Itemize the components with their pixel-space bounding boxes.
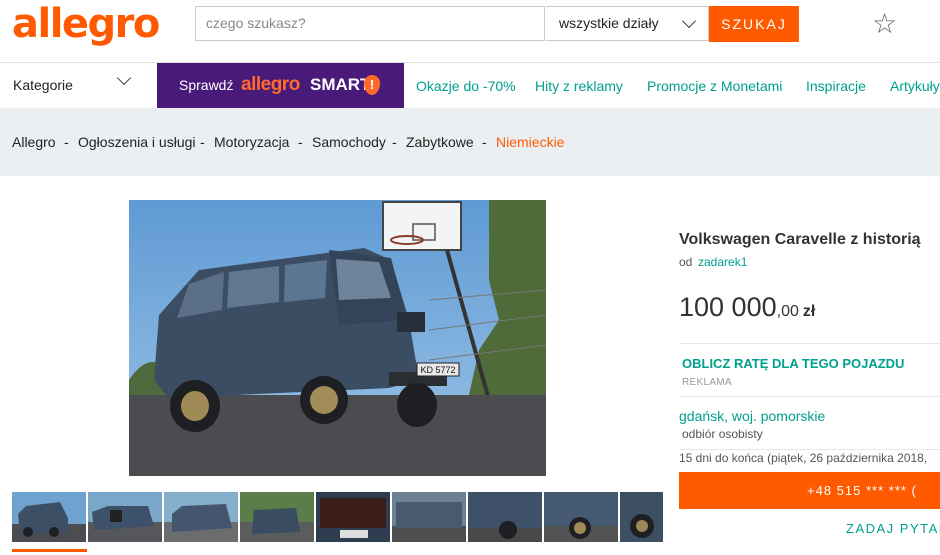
thumbnail[interactable] <box>164 492 238 542</box>
active-thumbnail-indicator <box>12 549 87 552</box>
price: 100 000,00 zł <box>679 292 815 323</box>
breadcrumb-item[interactable]: Samochody <box>312 134 386 150</box>
thumbnail[interactable] <box>12 492 86 542</box>
thumbnail[interactable] <box>392 492 466 542</box>
thumbnail[interactable] <box>620 492 663 542</box>
chevron-down-icon <box>116 70 132 86</box>
thumbnail-image <box>164 492 238 542</box>
smart-brand: allegro <box>241 74 300 95</box>
thumbnail[interactable] <box>316 492 390 542</box>
main-nav: Kategorie Sprawdź allegro SMART ! Okazje… <box>0 62 940 108</box>
department-label: wszystkie działy <box>559 15 659 31</box>
allegro-logo[interactable]: allegro <box>12 4 160 44</box>
thumbnail-image <box>240 492 314 542</box>
van-photo-illustration: KD 5772 <box>129 200 546 476</box>
price-currency: zł <box>802 303 816 320</box>
license-plate: KD 5772 <box>420 365 455 375</box>
breadcrumb-item[interactable]: Ogłoszenia i usługi <box>78 134 196 150</box>
listing-title: Volkswagen Caravelle z historią <box>679 231 921 248</box>
breadcrumb: Allegro - Ogłoszenia i usługi - Motoryza… <box>0 108 940 176</box>
nav-link-deals[interactable]: Okazje do -70% <box>416 78 516 94</box>
ask-question-button[interactable]: ZADAJ PYTAN <box>846 521 940 536</box>
breadcrumb-separator: - <box>200 134 205 150</box>
star-icon[interactable]: ☆ <box>872 10 897 38</box>
nav-link-articles[interactable]: Artykuły <box>890 78 940 94</box>
location-link[interactable]: gdańsk, woj. pomorskie <box>679 408 825 424</box>
thumbnail-image <box>88 492 162 542</box>
breadcrumb-separator: - <box>482 134 487 150</box>
thumbnail-image <box>468 492 542 542</box>
breadcrumb-item[interactable]: Zabytkowe <box>406 134 474 150</box>
breadcrumb-item[interactable]: Motoryzacja <box>214 134 289 150</box>
thumbnail-image <box>544 492 618 542</box>
thumbnail[interactable] <box>544 492 618 542</box>
smart-word: SMART <box>310 75 371 94</box>
pickup-info: odbiór osobisty <box>682 427 763 441</box>
smart-banner[interactable]: Sprawdź allegro SMART ! <box>157 63 404 108</box>
chevron-down-icon <box>681 13 697 29</box>
thumbnail-image <box>12 492 86 542</box>
time-left: 15 dni do końca (piątek, 26 października… <box>679 449 940 465</box>
price-main: 100 000 <box>679 292 777 322</box>
search-button[interactable]: SZUKAJ <box>709 6 799 42</box>
ad-label: REKLAMA <box>682 377 732 388</box>
breadcrumb-separator: - <box>64 134 69 150</box>
installment-ad[interactable]: OBLICZ RATĘ DLA TEGO POJAZDU REKLAMA <box>679 343 940 397</box>
thumbnail[interactable] <box>240 492 314 542</box>
smart-prefix: Sprawdź <box>179 77 234 93</box>
thumbnail-image <box>316 492 390 542</box>
seller-prefix: od <box>679 255 693 269</box>
breadcrumb-separator: - <box>392 134 397 150</box>
price-cents: 00 <box>781 303 799 320</box>
breadcrumb-separator: - <box>298 134 303 150</box>
main-photo[interactable]: KD 5772 <box>129 200 546 476</box>
nav-link-coin-promos[interactable]: Promocje z Monetami <box>647 78 782 94</box>
search-input[interactable]: czego szukasz? <box>195 6 545 41</box>
nav-link-inspirations[interactable]: Inspiracje <box>806 78 866 94</box>
smart-badge-icon: ! <box>364 75 380 95</box>
thumbnail[interactable] <box>88 492 162 542</box>
breadcrumb-current: Niemieckie <box>496 134 565 150</box>
installment-calc-link[interactable]: OBLICZ RATĘ DLA TEGO POJAZDU <box>682 356 904 371</box>
breadcrumb-item[interactable]: Allegro <box>12 134 56 150</box>
seller-link[interactable]: zadarek1 <box>698 255 747 269</box>
thumbnail-image <box>392 492 466 542</box>
show-phone-button[interactable]: +48 515 *** *** ( <box>679 472 940 509</box>
thumbnail[interactable] <box>468 492 542 542</box>
thumbnail-image <box>620 492 663 542</box>
department-select[interactable]: wszystkie działy <box>546 6 709 41</box>
categories-menu[interactable]: Kategorie <box>13 77 73 93</box>
nav-link-ad-hits[interactable]: Hity z reklamy <box>535 78 623 94</box>
